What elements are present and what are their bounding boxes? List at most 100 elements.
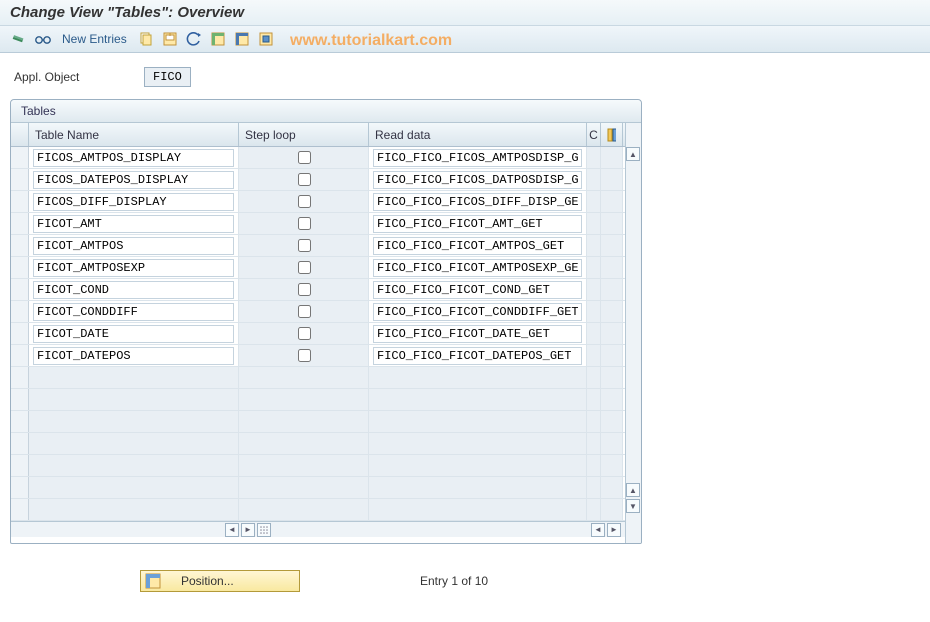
cell-step-loop[interactable]	[239, 147, 369, 168]
read-data-input[interactable]	[373, 237, 582, 255]
col-step-loop[interactable]: Step loop	[239, 123, 369, 146]
cell-table-name[interactable]	[29, 345, 239, 366]
cell-table-name[interactable]	[29, 301, 239, 322]
table-name-input[interactable]	[33, 215, 234, 233]
row-selector[interactable]	[11, 499, 29, 520]
undo-icon[interactable]	[185, 30, 203, 48]
step-loop-checkbox[interactable]	[298, 261, 311, 274]
expand-icon[interactable]	[10, 30, 28, 48]
row-selector[interactable]	[11, 213, 29, 234]
glasses-icon[interactable]	[34, 30, 52, 48]
row-selector[interactable]	[11, 455, 29, 476]
vscroll-up-icon[interactable]: ▲	[626, 147, 640, 161]
cell-table-name[interactable]	[29, 213, 239, 234]
cell-read-data[interactable]	[369, 191, 587, 212]
configure-columns-icon[interactable]	[601, 123, 623, 146]
hscroll-left-icon[interactable]: ◄	[225, 523, 239, 537]
cell-read-data[interactable]	[369, 213, 587, 234]
delimit-icon[interactable]	[257, 30, 275, 48]
cell-step-loop[interactable]	[239, 301, 369, 322]
col-table-name[interactable]: Table Name	[29, 123, 239, 146]
step-loop-checkbox[interactable]	[298, 217, 311, 230]
cell-read-data[interactable]	[369, 301, 587, 322]
hscroll-right2-icon[interactable]: ►	[607, 523, 621, 537]
cell-read-data[interactable]	[369, 323, 587, 344]
step-loop-checkbox[interactable]	[298, 327, 311, 340]
cell-step-loop[interactable]	[239, 191, 369, 212]
table-name-input[interactable]	[33, 259, 234, 277]
read-data-input[interactable]	[373, 325, 582, 343]
step-loop-checkbox[interactable]	[298, 195, 311, 208]
row-selector[interactable]	[11, 411, 29, 432]
row-selector[interactable]	[11, 367, 29, 388]
cell-table-name[interactable]	[29, 235, 239, 256]
read-data-input[interactable]	[373, 171, 582, 189]
cell-step-loop[interactable]	[239, 323, 369, 344]
table-name-input[interactable]	[33, 281, 234, 299]
copy-icon[interactable]	[137, 30, 155, 48]
vertical-scrollbar[interactable]: ▲ ▲ ▼	[625, 123, 641, 543]
cell-table-name[interactable]	[29, 147, 239, 168]
row-selector[interactable]	[11, 477, 29, 498]
table-name-input[interactable]	[33, 171, 234, 189]
cell-read-data[interactable]	[369, 235, 587, 256]
row-selector[interactable]	[11, 169, 29, 190]
position-button[interactable]: Position...	[140, 570, 300, 592]
new-entries-button[interactable]: New Entries	[62, 32, 127, 46]
read-data-input[interactable]	[373, 303, 582, 321]
table-name-input[interactable]	[33, 303, 234, 321]
hscroll-grip-icon[interactable]	[257, 523, 271, 537]
horizontal-scrollbar[interactable]: ◄ ► ◄ ►	[11, 521, 625, 537]
row-selector[interactable]	[11, 345, 29, 366]
cell-table-name[interactable]	[29, 323, 239, 344]
read-data-input[interactable]	[373, 347, 582, 365]
row-selector[interactable]	[11, 147, 29, 168]
hscroll-right-icon[interactable]: ►	[241, 523, 255, 537]
row-selector[interactable]	[11, 279, 29, 300]
cell-table-name[interactable]	[29, 191, 239, 212]
deselect-all-icon[interactable]	[233, 30, 251, 48]
cell-table-name[interactable]	[29, 169, 239, 190]
step-loop-checkbox[interactable]	[298, 349, 311, 362]
cell-read-data[interactable]	[369, 147, 587, 168]
read-data-input[interactable]	[373, 193, 582, 211]
table-name-input[interactable]	[33, 193, 234, 211]
table-name-input[interactable]	[33, 325, 234, 343]
cell-step-loop[interactable]	[239, 235, 369, 256]
read-data-input[interactable]	[373, 259, 582, 277]
read-data-input[interactable]	[373, 281, 582, 299]
cell-read-data[interactable]	[369, 169, 587, 190]
read-data-input[interactable]	[373, 149, 582, 167]
row-selector[interactable]	[11, 389, 29, 410]
vscroll-down-icon[interactable]: ▼	[626, 499, 640, 513]
read-data-input[interactable]	[373, 215, 582, 233]
cell-table-name[interactable]	[29, 257, 239, 278]
cell-read-data[interactable]	[369, 345, 587, 366]
step-loop-checkbox[interactable]	[298, 283, 311, 296]
table-name-input[interactable]	[33, 237, 234, 255]
cell-step-loop[interactable]	[239, 279, 369, 300]
cell-step-loop[interactable]	[239, 213, 369, 234]
row-selector[interactable]	[11, 433, 29, 454]
col-read-data[interactable]: Read data	[369, 123, 587, 146]
cell-read-data[interactable]	[369, 257, 587, 278]
save-variant-icon[interactable]	[161, 30, 179, 48]
table-name-input[interactable]	[33, 149, 234, 167]
row-selector[interactable]	[11, 257, 29, 278]
hscroll-left2-icon[interactable]: ◄	[591, 523, 605, 537]
row-selector[interactable]	[11, 191, 29, 212]
row-selector[interactable]	[11, 301, 29, 322]
select-all-icon[interactable]	[209, 30, 227, 48]
step-loop-checkbox[interactable]	[298, 151, 311, 164]
table-name-input[interactable]	[33, 347, 234, 365]
col-c[interactable]: C	[587, 123, 601, 146]
cell-step-loop[interactable]	[239, 345, 369, 366]
row-selector[interactable]	[11, 323, 29, 344]
step-loop-checkbox[interactable]	[298, 239, 311, 252]
cell-table-name[interactable]	[29, 279, 239, 300]
cell-read-data[interactable]	[369, 279, 587, 300]
step-loop-checkbox[interactable]	[298, 305, 311, 318]
row-selector[interactable]	[11, 235, 29, 256]
step-loop-checkbox[interactable]	[298, 173, 311, 186]
cell-step-loop[interactable]	[239, 257, 369, 278]
